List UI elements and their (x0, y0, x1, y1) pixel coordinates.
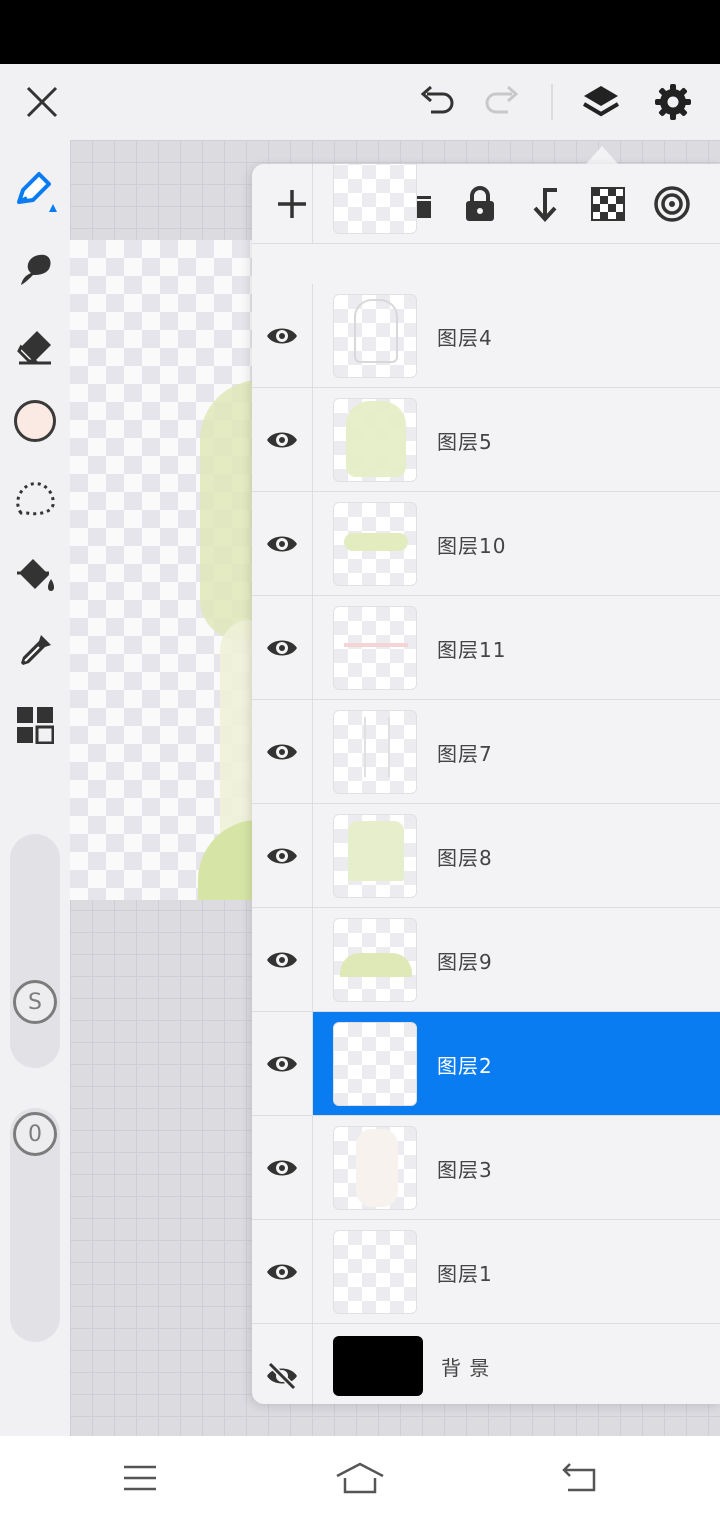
eye-icon[interactable] (252, 700, 313, 803)
layer-thumbnail (333, 164, 417, 234)
layer-thumbnail (333, 1022, 417, 1106)
layer-thumbnail (333, 1230, 417, 1314)
fill-bucket-icon[interactable] (10, 550, 60, 600)
layer-row[interactable]: 图层2 (252, 1012, 720, 1116)
layer-name: 图层8 (437, 846, 493, 870)
layer-name: 图层7 (437, 742, 493, 766)
layer-name: 图层11 (437, 638, 507, 662)
grid-icon[interactable] (10, 700, 60, 750)
layer-thumbnail (333, 918, 417, 1002)
eye-icon[interactable] (252, 284, 313, 387)
eye-icon[interactable] (252, 804, 313, 907)
layer-row[interactable]: 图层1 (252, 1220, 720, 1324)
smudge-icon[interactable] (10, 244, 60, 294)
layer-name: 图层9 (437, 950, 493, 974)
layer-row-partial[interactable] (252, 164, 720, 244)
layer-thumbnail (333, 814, 417, 898)
layer-name: 背 景 (441, 1356, 491, 1380)
opacity-slider[interactable]: 0 (10, 1108, 60, 1342)
layer-name: 图层10 (437, 534, 507, 558)
eye-icon[interactable] (252, 492, 313, 595)
layer-thumbnail (333, 1336, 423, 1396)
layer-thumbnail (333, 502, 417, 586)
layer-name: 图层5 (437, 430, 493, 454)
layer-row[interactable]: 图层7 (252, 700, 720, 804)
opacity-knob[interactable]: 0 (13, 1112, 57, 1156)
current-color (14, 400, 56, 442)
layer-thumbnail (333, 1126, 417, 1210)
eraser-icon[interactable] (10, 322, 60, 372)
layer-row[interactable]: 图层4 (252, 284, 720, 388)
home-icon[interactable] (330, 1454, 390, 1502)
close-icon[interactable] (18, 78, 66, 126)
top-bar (0, 64, 720, 140)
tool-sidebar: S 0 (0, 140, 70, 1436)
eye-hidden-icon[interactable] (252, 1324, 313, 1404)
eye-icon[interactable] (252, 388, 313, 491)
redo-icon[interactable] (478, 78, 526, 126)
layer-name: 图层1 (437, 1262, 493, 1286)
eye-icon[interactable] (252, 1220, 313, 1323)
divider (551, 84, 553, 120)
gear-icon[interactable] (649, 78, 697, 126)
eye-icon[interactable] (252, 908, 313, 1011)
brush-size-slider[interactable]: S (10, 834, 60, 1068)
layer-row[interactable]: 图层3 (252, 1116, 720, 1220)
layers-icon[interactable] (577, 78, 625, 126)
color-swatch[interactable] (10, 396, 60, 446)
brush-size-knob[interactable]: S (13, 980, 57, 1024)
layer-row[interactable]: 图层11 (252, 596, 720, 700)
layer-name: 图层2 (437, 1054, 493, 1078)
layer-row[interactable]: 图层10 (252, 492, 720, 596)
status-bar (0, 0, 720, 64)
undo-icon[interactable] (413, 78, 461, 126)
eye-icon[interactable] (252, 596, 313, 699)
layer-panel: 图层4 图层5 图层10 图层11 图层7 图层8 图层9 图层2 图层3 图层1 背 景 (252, 164, 720, 1404)
navigation-bar (0, 1436, 720, 1520)
layer-row[interactable]: 图层5 (252, 388, 720, 492)
layer-row[interactable]: 图层8 (252, 804, 720, 908)
panel-pointer (586, 146, 618, 164)
eye-icon[interactable] (252, 1116, 313, 1219)
pen-icon[interactable] (10, 165, 60, 215)
layer-name: 图层3 (437, 1158, 493, 1182)
layer-thumbnail (333, 606, 417, 690)
layer-thumbnail (333, 398, 417, 482)
eyedropper-icon[interactable] (10, 626, 60, 676)
menu-icon[interactable] (110, 1454, 170, 1502)
back-icon[interactable] (550, 1454, 610, 1502)
layer-name: 图层4 (437, 326, 493, 350)
layer-thumbnail (333, 710, 417, 794)
layer-row[interactable]: 图层9 (252, 908, 720, 1012)
lasso-icon[interactable] (10, 474, 60, 524)
layer-row[interactable]: 背 景 (252, 1324, 720, 1404)
layer-thumbnail (333, 294, 417, 378)
eye-icon[interactable] (252, 1012, 313, 1115)
